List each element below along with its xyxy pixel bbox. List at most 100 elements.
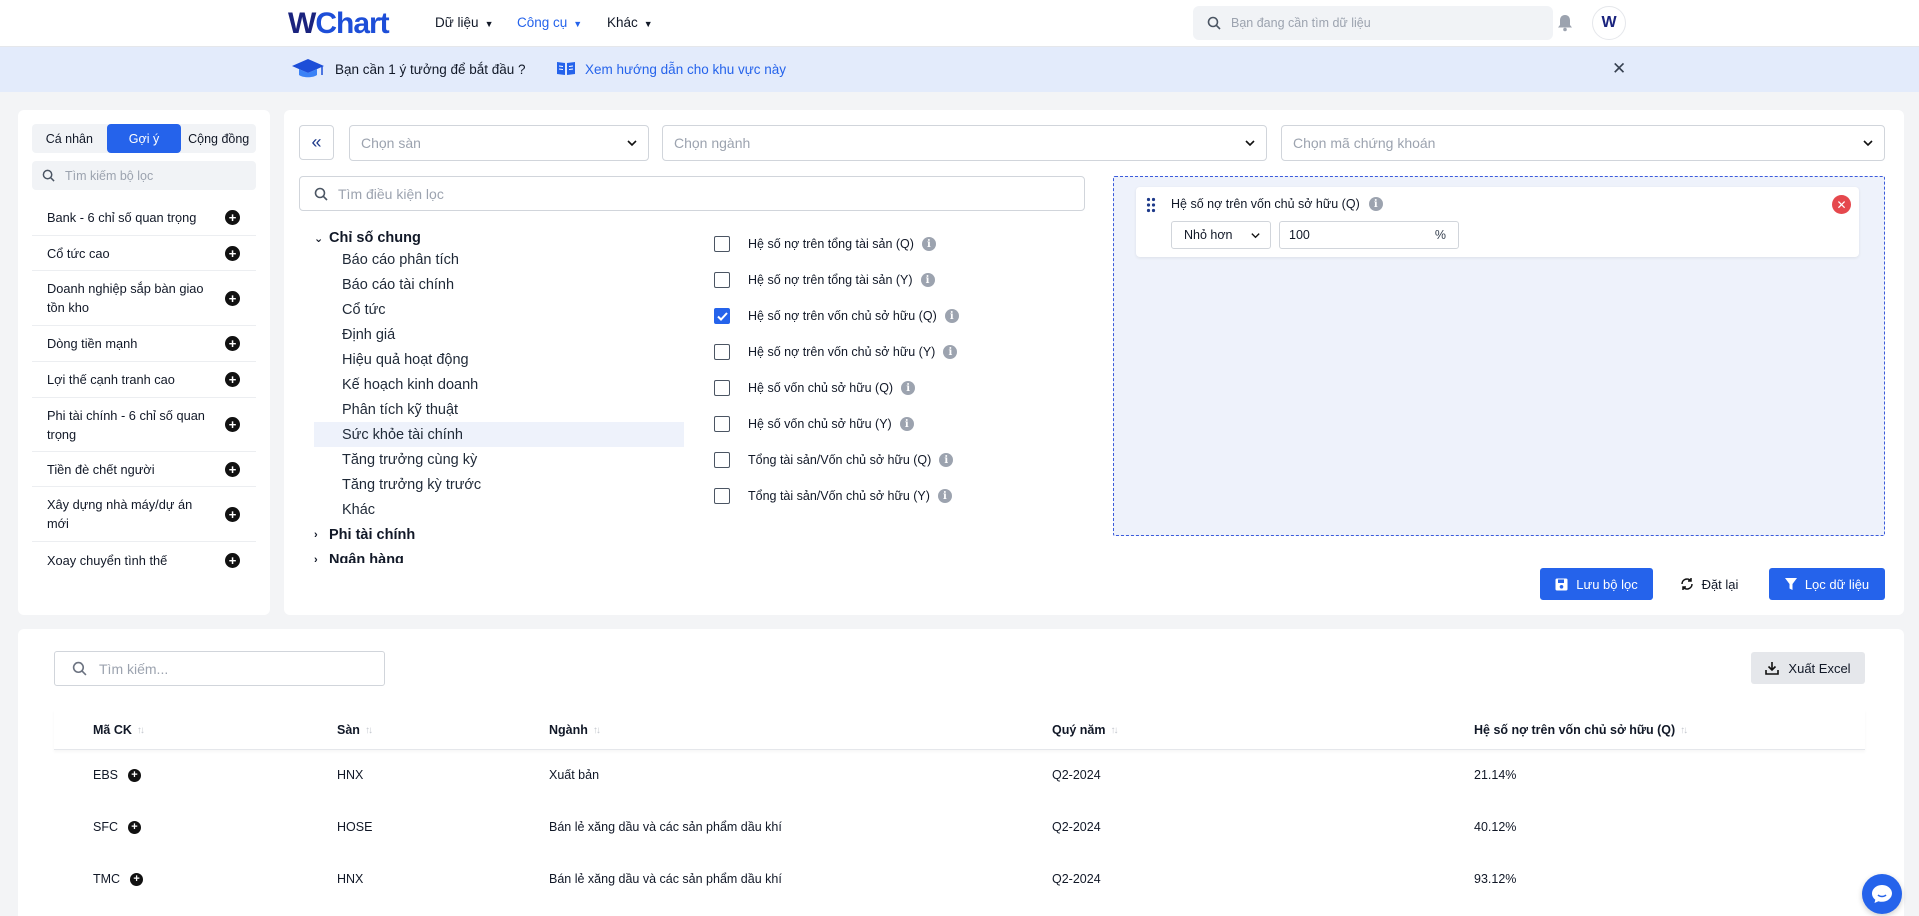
industry-select[interactable]: Chọn ngành — [662, 125, 1267, 161]
tree-item[interactable]: Phân tích kỹ thuật — [314, 397, 684, 422]
results-search[interactable] — [54, 651, 385, 686]
tree-item[interactable]: Báo cáo phân tích — [314, 247, 684, 272]
reset-button[interactable]: Đặt lại — [1669, 568, 1749, 600]
add-circle-icon[interactable]: + — [225, 372, 240, 387]
exchange-select[interactable]: Chọn sàn — [349, 125, 649, 161]
criterion-checkbox[interactable]: Tổng tài sản/Vốn chủ sở hữu (Y) i — [714, 488, 1034, 504]
info-icon[interactable]: i — [1368, 197, 1383, 211]
collapse-panel-button[interactable]: « — [299, 125, 334, 160]
nav-menu-data[interactable]: Dữ liệu ▼ — [435, 15, 493, 30]
chat-support-button[interactable] — [1862, 874, 1902, 914]
checkbox[interactable] — [714, 488, 730, 504]
suggestion-item[interactable]: Bank - 6 chỉ số quan trọng + — [32, 200, 256, 236]
criterion-checkbox[interactable]: Tổng tài sản/Vốn chủ sở hữu (Q) i — [714, 452, 1034, 468]
ticker-cell[interactable]: EBS + — [93, 768, 142, 782]
add-circle-icon[interactable]: + — [225, 461, 240, 477]
column-header-industry[interactable]: Ngành ↑↓ — [549, 723, 601, 737]
nav-menu-tools[interactable]: Công cụ ▼ — [517, 15, 582, 30]
suggestion-item[interactable]: Xây dựng nhà máy/dự án mới + — [32, 487, 256, 542]
suggestion-item[interactable]: Dòng tiền mạnh + — [32, 326, 256, 362]
suggestion-item[interactable]: Xoay chuyển tình thế + — [32, 542, 256, 578]
checkbox[interactable] — [714, 416, 730, 432]
tree-item[interactable]: Báo cáo tài chính — [314, 272, 684, 297]
add-circle-icon[interactable]: + — [225, 552, 240, 568]
add-circle-icon[interactable]: + — [225, 417, 240, 432]
add-circle-icon[interactable]: + — [225, 245, 240, 261]
table-row[interactable]: EBS + HNX Xuất bản Q2-2024 21.14% — [54, 751, 1865, 803]
checkbox[interactable] — [714, 272, 730, 288]
tree-item[interactable]: Tăng trưởng cùng kỳ — [314, 447, 684, 472]
ticker-select[interactable]: Chọn mã chứng khoán — [1281, 125, 1885, 161]
export-excel-button[interactable]: Xuất Excel — [1751, 652, 1865, 684]
condition-search[interactable] — [299, 176, 1085, 211]
info-icon[interactable]: i — [920, 273, 935, 287]
operator-select[interactable]: Nhỏ hơn — [1171, 221, 1271, 249]
column-header-period[interactable]: Quý năm ↑↓ — [1052, 723, 1119, 737]
tree-item[interactable]: Định giá — [314, 322, 684, 347]
notification-bell-icon[interactable] — [1557, 14, 1573, 32]
info-icon[interactable]: i — [899, 417, 914, 431]
table-row[interactable]: SFC + HOSE Bán lẻ xăng dầu và các sản phẩ… — [54, 803, 1865, 855]
apply-filter-button[interactable]: Lọc dữ liệu — [1769, 568, 1885, 600]
add-circle-icon[interactable]: + — [225, 290, 240, 306]
suggestion-item[interactable]: Lợi thế cạnh tranh cao + — [32, 362, 256, 398]
criterion-checkbox[interactable]: Hệ số vốn chủ sở hữu (Q) i — [714, 380, 1034, 396]
info-icon[interactable]: i — [901, 381, 916, 395]
nav-menu-other[interactable]: Khác ▼ — [607, 15, 653, 30]
info-icon[interactable]: i — [937, 489, 952, 503]
wichart-logo[interactable]: WChart — [288, 8, 390, 40]
threshold-field[interactable]: % — [1279, 221, 1459, 249]
info-icon[interactable]: i — [944, 309, 959, 323]
info-icon[interactable]: i — [939, 453, 954, 467]
tree-item[interactable]: Khác — [314, 497, 684, 522]
info-icon[interactable]: i — [943, 345, 958, 359]
criterion-checkbox[interactable]: Hệ số nợ trên vốn chủ sở hữu (Q) i — [714, 308, 1034, 324]
suggestion-item[interactable]: Doanh nghiệp sắp bàn giao tồn kho + — [32, 271, 256, 326]
user-avatar[interactable]: W — [1592, 6, 1626, 40]
tab-personal[interactable]: Cá nhân — [32, 124, 107, 153]
tree-item-selected[interactable]: Sức khỏe tài chính — [314, 422, 684, 447]
info-icon[interactable]: i — [921, 237, 936, 251]
checkbox[interactable] — [714, 452, 730, 468]
global-search[interactable] — [1193, 6, 1553, 40]
filter-set-search[interactable] — [32, 161, 256, 190]
results-search-input[interactable] — [99, 660, 379, 677]
add-to-watchlist-icon[interactable]: + — [128, 820, 141, 834]
checkbox[interactable] — [714, 344, 730, 360]
tree-item[interactable]: Tăng trưởng kỳ trước — [314, 472, 684, 497]
tab-suggested[interactable]: Gợi ý — [106, 124, 182, 153]
table-row[interactable]: TMC + HNX Bán lẻ xăng dầu và các sản phẩm… — [54, 855, 1865, 907]
global-search-input[interactable] — [1231, 16, 1531, 30]
guide-link[interactable]: Xem hướng dẫn cho khu vực này — [585, 62, 786, 77]
column-header-debt-to-equity[interactable]: Hệ số nợ trên vốn chủ sở hữu (Q) ↑↓ — [1474, 723, 1688, 737]
ticker-cell[interactable]: TMC + — [93, 872, 144, 886]
condition-search-input[interactable] — [338, 185, 1038, 202]
suggestion-item[interactable]: Tiền đè chết người + — [32, 452, 256, 487]
drag-handle-icon[interactable] — [1146, 197, 1156, 213]
add-circle-icon[interactable]: + — [225, 210, 240, 225]
criterion-checkbox[interactable]: Hệ số vốn chủ sở hữu (Y) i — [714, 416, 1034, 432]
tree-group-bank[interactable]: › Ngân hàng — [314, 552, 404, 563]
tree-group-general[interactable]: ⌄ Chỉ số chung — [314, 230, 421, 246]
criterion-checkbox[interactable]: Hệ số nợ trên tổng tài sản (Y) i — [714, 272, 1034, 288]
tree-group-non-financial[interactable]: › Phi tài chính — [314, 527, 415, 543]
ticker-cell[interactable]: SFC + — [93, 820, 141, 834]
checkbox[interactable] — [714, 380, 730, 396]
column-header-ticker[interactable]: Mã CK ↑↓ — [93, 723, 145, 737]
suggestion-item[interactable]: Phi tài chính - 6 chỉ số quan trọng + — [32, 398, 256, 452]
tree-item[interactable]: Hiệu quả hoạt động — [314, 347, 684, 372]
add-circle-icon[interactable]: + — [225, 506, 240, 522]
criterion-checkbox[interactable]: Hệ số nợ trên vốn chủ sở hữu (Y) i — [714, 344, 1034, 360]
close-banner-icon[interactable]: ✕ — [1612, 59, 1626, 79]
criterion-checkbox[interactable]: Hệ số nợ trên tổng tài sản (Q) i — [714, 236, 1034, 252]
add-to-watchlist-icon[interactable]: + — [128, 768, 142, 782]
column-header-exchange[interactable]: Sàn ↑↓ — [337, 723, 373, 737]
suggestion-item[interactable]: Cổ tức cao + — [32, 236, 256, 271]
tree-item[interactable]: Cổ tức — [314, 297, 684, 322]
checkbox[interactable] — [714, 236, 730, 252]
threshold-input[interactable] — [1289, 228, 1409, 242]
add-to-watchlist-icon[interactable]: + — [130, 872, 144, 886]
save-filter-button[interactable]: Lưu bộ lọc — [1540, 568, 1653, 600]
add-circle-icon[interactable]: + — [225, 336, 240, 351]
checkbox-checked[interactable] — [714, 308, 730, 324]
